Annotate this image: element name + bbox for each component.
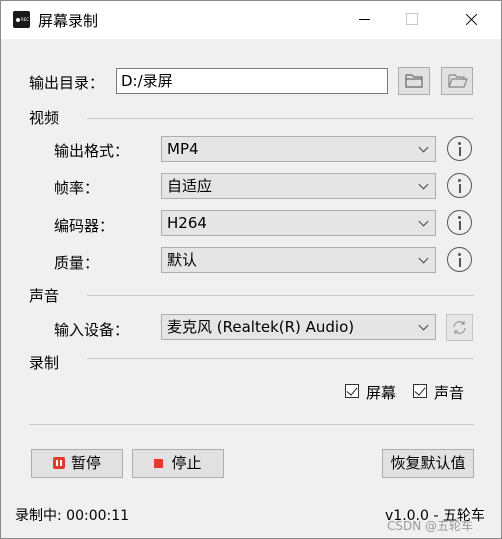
open-folder-button[interactable]: [441, 67, 473, 95]
format-value: MP4: [167, 140, 199, 158]
chevron-down-icon: [418, 142, 429, 153]
stop-icon: [154, 459, 164, 468]
chevron-down-icon: [418, 216, 429, 227]
chevron-down-icon: [418, 253, 429, 264]
format-info-icon[interactable]: [447, 136, 472, 161]
refresh-icon: [453, 321, 466, 334]
fps-label: 帧率：: [54, 179, 100, 197]
encoder-label: 编码器：: [54, 217, 115, 235]
record-section-label: 录制: [29, 354, 60, 372]
quality-info-icon[interactable]: [447, 247, 472, 272]
reset-defaults-button[interactable]: 恢复默认值: [382, 449, 474, 478]
pause-button-label: 暂停: [70, 454, 101, 472]
pause-icon: [52, 457, 65, 469]
actions-divider: [29, 424, 474, 425]
status-bar: 录制中: 00:00:11 v1.0.0 - 五轮车 CSDN @五轮车: [1, 486, 501, 538]
chevron-down-icon: [418, 179, 429, 190]
quality-label: 质量：: [54, 254, 100, 272]
input-device-value: 麦克风 (Realtek(R) Audio): [167, 318, 355, 336]
rec-app-icon: REC: [13, 11, 30, 28]
fps-value: 自适应: [167, 177, 213, 195]
quality-select[interactable]: 默认: [161, 247, 436, 273]
input-device-select[interactable]: 麦克风 (Realtek(R) Audio): [161, 314, 436, 340]
screen-checkbox-label: 屏幕: [366, 384, 397, 402]
settings-panel: 输出目录： D:/录屏 视频 输出格式： MP4 帧率： 自适应 编码器： H2…: [1, 39, 501, 486]
audio-section-label: 声音: [29, 287, 60, 305]
minimize-button[interactable]: [341, 1, 387, 37]
recorder-window: REC 屏幕录制 输出目录： D:/录屏 视频 输出格式： MP4 帧率： 自适…: [0, 0, 502, 539]
encoder-value: H264: [167, 214, 207, 232]
folder-icon: [405, 74, 423, 88]
video-section-label: 视频: [29, 109, 60, 127]
screen-checkbox[interactable]: [345, 384, 359, 398]
fps-info-icon[interactable]: [447, 173, 472, 198]
fps-select[interactable]: 自适应: [161, 173, 436, 199]
video-divider: [87, 118, 474, 119]
sound-checkbox[interactable]: [413, 384, 427, 398]
refresh-devices-button[interactable]: [446, 314, 473, 341]
reset-button-label: 恢复默认值: [390, 454, 466, 472]
format-select[interactable]: MP4: [161, 136, 436, 162]
maximize-button[interactable]: [389, 1, 435, 37]
sound-checkbox-label: 声音: [434, 384, 465, 402]
audio-divider: [87, 295, 474, 296]
watermark: CSDN @五轮车: [387, 519, 474, 533]
folder-open-icon: [448, 74, 468, 88]
close-button[interactable]: [449, 1, 495, 37]
stop-button[interactable]: 停止: [132, 449, 224, 478]
title-bar: REC 屏幕录制: [1, 1, 501, 39]
browse-folder-button[interactable]: [398, 67, 430, 95]
format-label: 输出格式：: [54, 142, 130, 160]
quality-value: 默认: [167, 251, 198, 269]
stop-button-label: 停止: [171, 454, 202, 472]
record-divider: [87, 358, 474, 359]
recording-status: 录制中: 00:00:11: [15, 508, 130, 524]
encoder-info-icon[interactable]: [447, 210, 472, 235]
encoder-select[interactable]: H264: [161, 210, 436, 236]
pause-button[interactable]: 暂停: [31, 449, 123, 478]
chevron-down-icon: [418, 320, 429, 331]
output-dir-label: 输出目录：: [29, 74, 105, 92]
window-title: 屏幕录制: [38, 12, 99, 30]
output-dir-field[interactable]: D:/录屏: [116, 68, 388, 94]
input-device-label: 输入设备：: [54, 321, 130, 339]
